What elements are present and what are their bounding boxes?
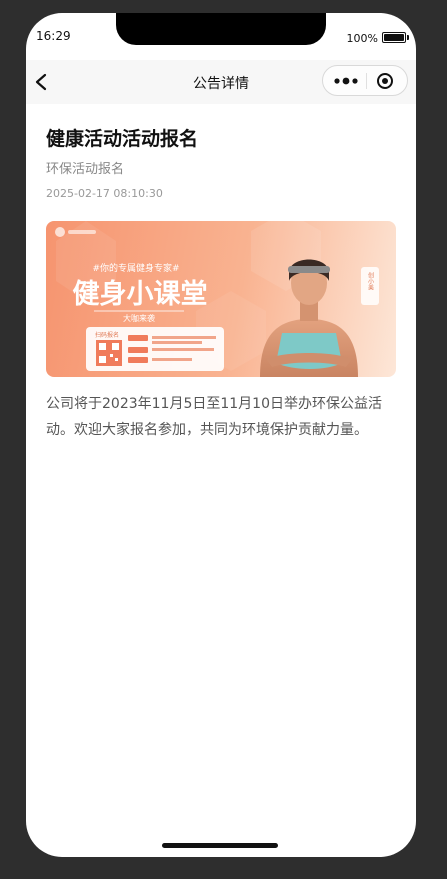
article-title: 健康活动活动报名 (46, 128, 199, 150)
phone-screen: 16:29 100% 公告详情 健康活动活动报名 环保活动报名 2025-02-… (26, 13, 416, 857)
more-dots-icon[interactable] (333, 75, 359, 87)
article-body: 公司将于2023年11月5日至11月10日举办环保公益活动。欢迎大家报名参加，共… (46, 396, 382, 438)
qr-code-icon (96, 340, 122, 366)
target-circle-icon[interactable] (376, 72, 394, 90)
banner-ribbon: 大咖来袭 (123, 313, 155, 323)
banner-image: #你的专属健身专家# 健身小课堂 大咖来袭 扫码报名 创小美 (46, 221, 396, 377)
battery-icon (382, 32, 409, 43)
banner-headline: 健身小课堂 (73, 278, 208, 310)
banner-qr-label: 扫码报名 (95, 331, 119, 339)
capsule-divider (366, 73, 367, 89)
mini-program-capsule (322, 65, 408, 96)
home-indicator (162, 843, 278, 848)
nav-bar: 公告详情 (26, 60, 416, 104)
status-time: 16:29 (36, 29, 71, 43)
banner-tagline: #你的专属健身专家# (92, 262, 179, 274)
article-date: 2025-02-17 08:10:30 (46, 187, 163, 200)
article-subtitle: 环保活动报名 (46, 162, 125, 177)
battery-percent: 100% (346, 32, 378, 45)
notch (116, 13, 326, 45)
brand-logo-icon (55, 227, 65, 237)
banner-side-tag: 创小美 (367, 271, 374, 291)
